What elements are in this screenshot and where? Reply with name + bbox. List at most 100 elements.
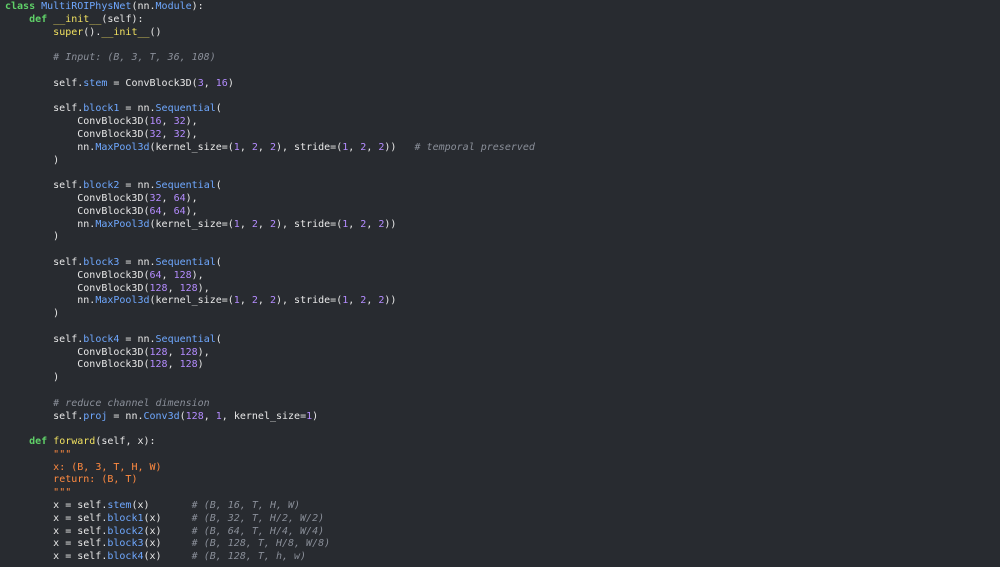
number-token: 128 (179, 346, 198, 358)
code-text: self. (5, 77, 84, 89)
code-text: nn. (5, 141, 96, 153)
code-line[interactable]: x: (B, 3, T, H, W) (5, 462, 535, 475)
code-text: , (161, 269, 174, 281)
number-token: 64 (173, 205, 186, 217)
code-text: ) (5, 231, 60, 243)
attribute-token: block3 (83, 256, 120, 268)
code-text: ): (191, 1, 204, 12)
code-text: (kernel_size=( (149, 141, 234, 153)
attribute-token: block2 (83, 180, 120, 192)
code-line[interactable]: super().__init__() (5, 27, 535, 40)
code-line[interactable]: nn.MaxPool3d(kernel_size=(1, 2, 2), stri… (5, 219, 535, 232)
code-text: ) (312, 410, 319, 422)
code-line[interactable]: ) (5, 155, 535, 168)
attribute-token: Sequential (155, 180, 216, 192)
code-line[interactable]: self.block3 = nn.Sequential( (5, 257, 535, 270)
code-text: = nn. (119, 103, 156, 115)
code-text: ) (5, 154, 60, 166)
docstring-token: return: (B, T) (53, 474, 138, 486)
code-line[interactable]: def forward(self, x): (5, 436, 535, 449)
code-line[interactable]: ) (5, 308, 535, 321)
code-line[interactable]: ConvBlock3D(128, 128) (5, 359, 535, 372)
keyword-token: def (29, 13, 54, 25)
code-line[interactable] (5, 91, 535, 104)
code-text: , (366, 141, 379, 153)
function-name-token: __init__ (101, 26, 150, 38)
code-text: = nn. (119, 256, 156, 268)
code-text: , (348, 218, 361, 230)
code-line[interactable]: self.block4 = nn.Sequential( (5, 334, 535, 347)
comment-token: # (B, 32, T, H/2, W/2) (191, 512, 325, 524)
code-line[interactable]: # Input: (B, 3, T, 36, 108) (5, 52, 535, 65)
code-line[interactable]: x = self.block1(x) # (B, 32, T, H/2, W/2… (5, 513, 535, 526)
number-token: 128 (185, 410, 204, 422)
code-text: () (149, 26, 162, 38)
code-line[interactable]: class MultiROIPhysNet(nn.Module): (5, 1, 535, 14)
code-line[interactable]: nn.MaxPool3d(kernel_size=(1, 2, 2), stri… (5, 142, 535, 155)
attribute-token: block1 (107, 512, 144, 524)
code-text: ), (185, 192, 198, 204)
code-text: = nn. (119, 180, 156, 192)
code-text: , (239, 141, 252, 153)
code-line[interactable]: """ (5, 449, 535, 462)
code-line[interactable]: x = self.block3(x) # (B, 128, T, H/8, W/… (5, 538, 535, 551)
code-line[interactable]: ) (5, 231, 535, 244)
code-text: ), stride=( (275, 218, 343, 230)
code-line[interactable] (5, 244, 535, 257)
code-line[interactable]: ConvBlock3D(16, 32), (5, 116, 535, 129)
code-line[interactable]: ConvBlock3D(128, 128), (5, 347, 535, 360)
code-line[interactable]: self.block2 = nn.Sequential( (5, 180, 535, 193)
code-text: , (167, 282, 180, 294)
code-line[interactable]: self.block1 = nn.Sequential( (5, 103, 535, 116)
code-line[interactable]: x = self.block2(x) # (B, 64, T, H/4, W/4… (5, 526, 535, 539)
code-text: , (348, 141, 361, 153)
code-line[interactable] (5, 39, 535, 52)
code-line[interactable]: nn.MaxPool3d(kernel_size=(1, 2, 2), stri… (5, 295, 535, 308)
code-text: )) (384, 295, 397, 307)
code-line[interactable]: """ (5, 487, 535, 500)
comment-token: # (B, 64, T, H/4, W/4) (191, 525, 325, 537)
code-text: ) (5, 372, 60, 384)
code-line[interactable]: return: (B, T) (5, 474, 535, 487)
number-token: 128 (173, 269, 192, 281)
code-line[interactable] (5, 423, 535, 436)
code-text: )) (384, 218, 397, 230)
code-text: , (366, 295, 379, 307)
code-line[interactable]: ConvBlock3D(128, 128), (5, 283, 535, 296)
code-text: self. (5, 180, 84, 192)
attribute-token: Sequential (155, 103, 216, 115)
code-line[interactable]: x = self.stem(x) # (B, 16, T, H, W) (5, 500, 535, 513)
code-text: , (239, 218, 252, 230)
code-text: , (161, 192, 174, 204)
comment-token: # (B, 16, T, H, W) (191, 500, 301, 512)
code-line[interactable] (5, 385, 535, 398)
code-line[interactable]: self.proj = nn.Conv3d(128, 1, kernel_siz… (5, 411, 535, 424)
code-line[interactable]: def __init__(self): (5, 14, 535, 27)
code-text: ConvBlock3D( (5, 128, 150, 140)
code-editor[interactable]: class MultiROIPhysNet(nn.Module): def __… (0, 0, 1000, 567)
code-line[interactable] (5, 65, 535, 78)
code-line[interactable]: ConvBlock3D(32, 64), (5, 193, 535, 206)
code-line[interactable] (5, 167, 535, 180)
code-line[interactable]: ConvBlock3D(64, 64), (5, 206, 535, 219)
code-line[interactable]: ) (5, 372, 535, 385)
code-text: nn. (5, 218, 96, 230)
code-line[interactable]: self.stem = ConvBlock3D(3, 16) (5, 78, 535, 91)
code-text: , (366, 218, 379, 230)
code-view[interactable]: class MultiROIPhysNet(nn.Module): def __… (5, 1, 535, 564)
code-line[interactable]: ConvBlock3D(32, 32), (5, 129, 535, 142)
code-line[interactable]: # reduce channel dimension (5, 398, 535, 411)
attribute-token: Sequential (155, 333, 216, 345)
code-line[interactable]: x = self.block4(x) # (B, 128, T, h, w) (5, 551, 535, 564)
code-line[interactable]: ConvBlock3D(64, 128), (5, 270, 535, 283)
code-text: (kernel_size=( (149, 295, 234, 307)
code-text: ), (191, 269, 204, 281)
code-text: ), (197, 282, 210, 294)
code-line[interactable] (5, 321, 535, 334)
comment-token: # (B, 128, T, H/8, W/8) (191, 538, 331, 550)
code-text: ConvBlock3D( (5, 192, 150, 204)
